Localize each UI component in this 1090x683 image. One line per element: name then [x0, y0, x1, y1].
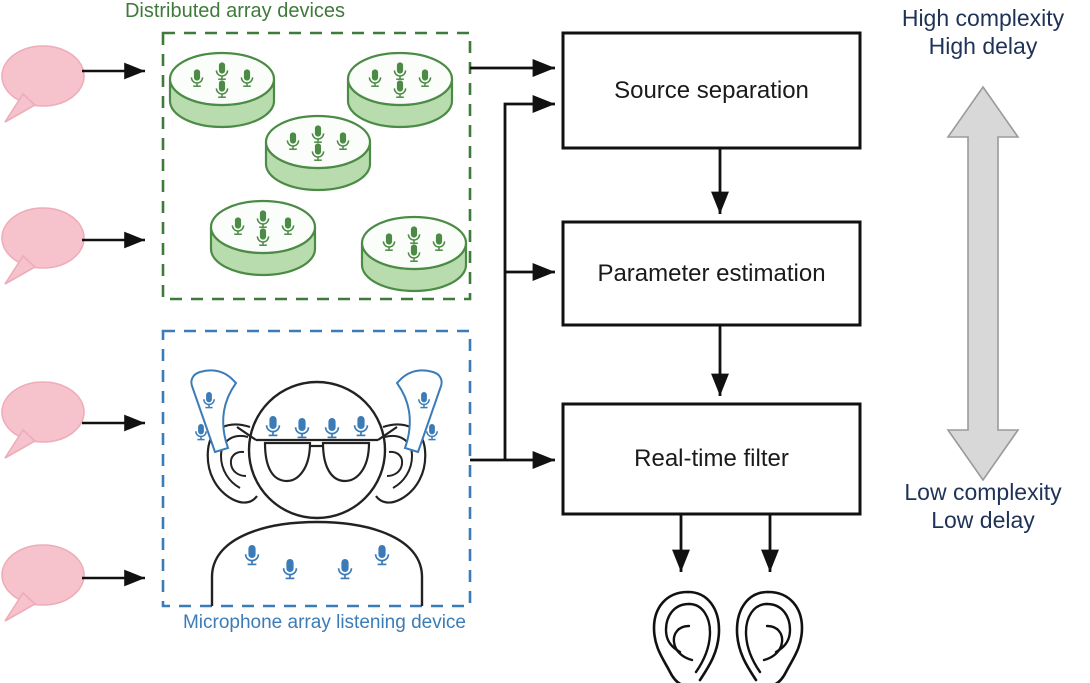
body-microphones	[244, 544, 390, 580]
distributed-device-1	[170, 53, 274, 127]
parameter-estimation-label: Parameter estimation	[597, 259, 826, 287]
listening-device-illustration	[190, 369, 443, 606]
real-time-filter-label: Real-time filter	[634, 445, 789, 472]
distributed-device-2	[348, 53, 452, 127]
low-complexity-line2: Low delay	[931, 507, 1035, 534]
source-bubble-2	[1, 207, 85, 285]
distributed-device-5	[362, 217, 466, 291]
source-arrows	[82, 62, 145, 587]
high-complexity-line2: High delay	[928, 33, 1038, 60]
diagram-svg	[1, 31, 1020, 683]
torso-outline	[210, 520, 424, 606]
diagram-canvas: Distributed array devices Microphone arr…	[0, 0, 1090, 683]
complexity-double-arrow	[946, 85, 1020, 482]
glasses-microphones	[265, 415, 369, 439]
source-separation-label: Source separation	[614, 76, 809, 104]
distributed-array-caption: Distributed array devices	[124, 0, 346, 22]
glasses	[236, 426, 398, 483]
output-ear-right	[735, 590, 804, 683]
output-ear-left	[652, 590, 721, 683]
source-bubble-1	[1, 45, 85, 123]
distributed-device-4	[211, 201, 315, 275]
head-outline	[247, 380, 387, 520]
source-bubble-3	[1, 381, 85, 459]
distributed-device-3	[266, 116, 370, 190]
high-complexity-label: High complexity High delay	[878, 4, 1088, 60]
source-bubble-4	[1, 544, 85, 622]
listening-device-caption: Microphone array listening device	[182, 612, 467, 633]
low-complexity-label: Low complexity Low delay	[878, 478, 1088, 534]
low-complexity-line1: Low complexity	[904, 479, 1062, 505]
high-complexity-line1: High complexity	[901, 5, 1065, 31]
